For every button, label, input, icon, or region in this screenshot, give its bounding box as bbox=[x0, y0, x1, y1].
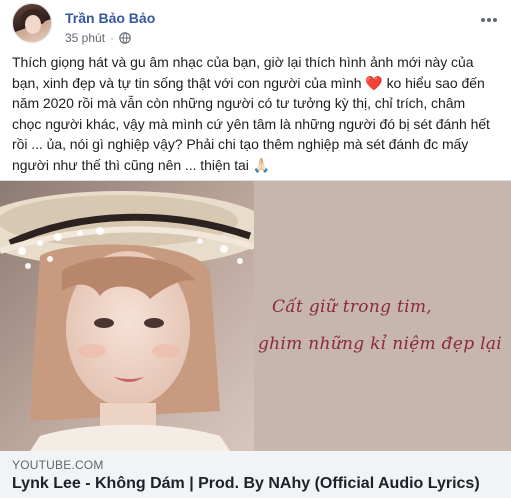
body-line-4: chọc người khác, vậy mà mình cứ yên tâm … bbox=[12, 115, 490, 132]
lyric-line-2: ghim những kỉ niệm đẹp lại bbox=[258, 334, 503, 354]
body-line-3: năm 2020 rồi mà vẫn còn những người có t… bbox=[12, 95, 466, 111]
post-timestamp[interactable]: 35 phút bbox=[65, 31, 105, 45]
avatar-face bbox=[25, 15, 41, 34]
body-line-2: bạn, xinh đẹp và tự tin sống thật với co… bbox=[12, 73, 499, 94]
heart-emoji-icon: ❤️ bbox=[365, 74, 383, 91]
body-line-6: người như thế thì cũng nên ... thiện tai… bbox=[12, 155, 499, 176]
link-thumbnail[interactable]: Cất giữ trong tim, ghim những kỉ niệm đẹ… bbox=[0, 181, 511, 451]
link-info[interactable]: YOUTUBE.COM Lynk Lee - Không Dám | Prod.… bbox=[0, 451, 511, 498]
post-body: Thích giọng hát và gu âm nhạc của bạn, g… bbox=[12, 52, 499, 175]
more-options-button[interactable] bbox=[479, 9, 499, 29]
link-domain: YOUTUBE.COM bbox=[12, 458, 104, 472]
body-line-1: Thích giọng hát và gu âm nhạc của bạn, g… bbox=[12, 54, 474, 70]
body-line-2-text: bạn, xinh đẹp và tự tin sống thật với co… bbox=[12, 74, 362, 91]
post-header: Trần Bảo Bảo 35 phút · bbox=[12, 3, 511, 47]
body-line-6-text: người như thế thì cũng nên ... thiện tai bbox=[12, 156, 249, 173]
lyrics-panel: Cất giữ trong tim, ghim những kỉ niệm đẹ… bbox=[254, 181, 511, 451]
pray-emoji-icon: 🙏🏻 bbox=[252, 156, 271, 173]
globe-icon[interactable] bbox=[119, 32, 131, 44]
thumbnail-photo bbox=[0, 181, 254, 451]
more-horizontal-icon bbox=[480, 10, 498, 28]
lyric-line-1: Cất giữ trong tim, bbox=[272, 297, 432, 317]
link-title[interactable]: Lynk Lee - Không Dám | Prod. By NAhy (Of… bbox=[12, 475, 503, 493]
author-name-link[interactable]: Trần Bảo Bảo bbox=[65, 10, 155, 26]
feed-post: Trần Bảo Bảo 35 phút · Thích giọng hát v… bbox=[0, 0, 511, 498]
author-avatar[interactable] bbox=[12, 3, 52, 43]
meta-separator: · bbox=[110, 31, 115, 45]
body-line-5: rồi ... ủa, nói gì nghiệp vậy? Phải chi … bbox=[12, 136, 469, 152]
youtube-link-card[interactable]: Cất giữ trong tim, ghim những kỉ niệm đẹ… bbox=[0, 180, 511, 498]
post-meta: 35 phút · bbox=[65, 31, 131, 45]
body-line-2-tail: ko hiểu sao đến bbox=[386, 74, 485, 91]
